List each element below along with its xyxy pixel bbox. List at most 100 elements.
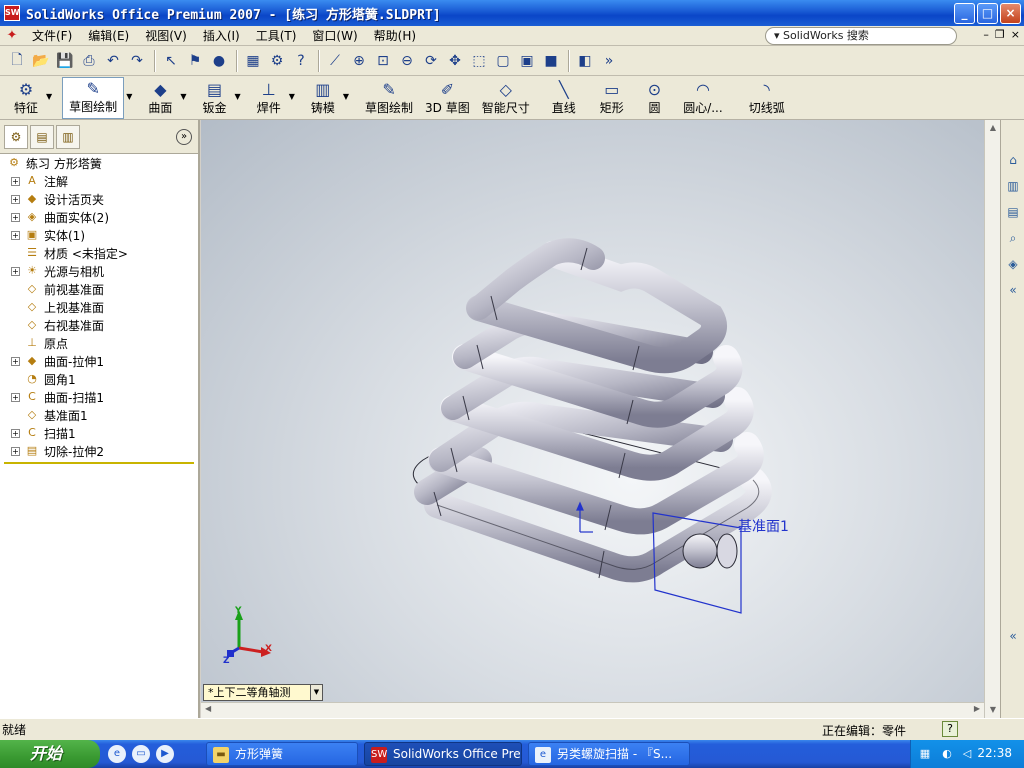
tree-item[interactable]: ◔ 圆角1	[0, 370, 198, 388]
maximize-button[interactable]: □	[977, 3, 998, 24]
tree-item[interactable]: ☰ 材质 <未指定>	[0, 244, 198, 262]
minimize-button[interactable]: _	[954, 3, 975, 24]
chevron-down-icon[interactable]: ▼	[235, 92, 241, 101]
open-folder-icon[interactable]: 📂	[30, 50, 52, 72]
grid-icon[interactable]: ▦	[242, 50, 264, 72]
expand-pane-icon[interactable]: «	[1003, 280, 1023, 300]
chevron-down-icon[interactable]: ▼	[46, 92, 52, 101]
configuration-manager-tab-icon[interactable]: ▥	[56, 124, 80, 149]
save-icon[interactable]: 💾	[54, 50, 76, 72]
media-player-icon[interactable]: ▶	[156, 745, 174, 763]
undo-icon[interactable]: ↶	[102, 50, 124, 72]
back-arrow-icon[interactable]: ◐	[939, 746, 955, 762]
help-icon[interactable]: ?	[942, 721, 958, 737]
collapse-pane-icon[interactable]: «	[1003, 626, 1023, 646]
mdi-restore-button[interactable]: ❐	[995, 28, 1005, 41]
zoom-area-icon[interactable]: ⊡	[372, 50, 394, 72]
redo-icon[interactable]: ↷	[126, 50, 148, 72]
menu-help[interactable]: 帮助(H)	[366, 26, 424, 46]
tool-sketch[interactable]: ✎ 草图绘制	[359, 77, 419, 119]
tool-rectangle[interactable]: ▭ 矩形	[594, 77, 630, 119]
expand-icon[interactable]: +	[11, 446, 20, 456]
expand-icon[interactable]: +	[11, 212, 20, 222]
close-button[interactable]: ×	[1000, 3, 1021, 24]
pan-icon[interactable]: ✥	[444, 50, 466, 72]
tab-mold[interactable]: ▥ 铸模	[305, 77, 341, 119]
chevron-down-icon[interactable]: ▼	[126, 92, 132, 101]
solidworks-search-input[interactable]: ▾ SolidWorks 搜索	[765, 27, 957, 45]
ie-icon[interactable]: e	[108, 745, 126, 763]
home-icon[interactable]: ⌂	[1003, 150, 1023, 170]
feature-manager-tab-icon[interactable]: ⚙	[4, 124, 28, 149]
view-orientation-icon[interactable]: ⬚	[468, 50, 490, 72]
network-icon[interactable]: ▦	[917, 746, 933, 762]
zoom-inout-icon[interactable]: ⊖	[396, 50, 418, 72]
menu-file[interactable]: 文件(F)	[24, 26, 80, 46]
menu-tools[interactable]: 工具(T)	[248, 26, 305, 46]
layers-icon[interactable]: ◧	[574, 50, 596, 72]
design-library-icon[interactable]: ▥	[1003, 176, 1023, 196]
tool-line[interactable]: ╲ 直线	[546, 77, 582, 119]
menu-window[interactable]: 窗口(W)	[304, 26, 365, 46]
tree-item[interactable]: + A 注解	[0, 172, 198, 190]
expand-icon[interactable]: +	[11, 176, 20, 186]
start-button[interactable]: 开始	[0, 740, 100, 768]
print-icon[interactable]: ⎙	[78, 50, 100, 72]
search-icon[interactable]: ⌕	[1003, 228, 1023, 248]
tree-item[interactable]: + ◆ 曲面-拉伸1	[0, 352, 198, 370]
scroll-right-icon[interactable]: ▶	[974, 704, 980, 713]
clock[interactable]: 22:38	[977, 746, 1012, 760]
tree-item[interactable]: ◇ 前视基准面	[0, 280, 198, 298]
vertical-scrollbar[interactable]: ▲ ▼	[984, 120, 1000, 718]
tool-smart-dimension[interactable]: ◇ 智能尺寸	[476, 77, 536, 119]
new-document-icon[interactable]: 🗋	[6, 50, 28, 72]
plane1-label[interactable]: 基准面1	[738, 516, 789, 536]
help-icon[interactable]: ?	[290, 50, 312, 72]
mdi-minimize-button[interactable]: –	[983, 28, 989, 41]
tree-item[interactable]: + ◆ 设计活页夹	[0, 190, 198, 208]
mdi-close-button[interactable]: ×	[1011, 28, 1020, 41]
tree-item[interactable]: + ▤ 切除-拉伸2	[0, 442, 198, 460]
tree-item[interactable]: ◇ 上视基准面	[0, 298, 198, 316]
expand-icon[interactable]: +	[11, 266, 20, 276]
menu-view[interactable]: 视图(V)	[137, 26, 195, 46]
shaded-icon[interactable]: ■	[540, 50, 562, 72]
view-orientation-select[interactable]: *上下二等角轴测 ▼	[203, 684, 323, 701]
chevron-down-icon[interactable]: ▼	[310, 685, 322, 700]
tool-tangent-arc[interactable]: ◝ 切线弧	[743, 77, 791, 119]
chevron-down-icon[interactable]: ▼	[343, 92, 349, 101]
menu-insert[interactable]: 插入(I)	[195, 26, 248, 46]
expand-icon[interactable]: +	[11, 230, 20, 240]
file-explorer-icon[interactable]: ▤	[1003, 202, 1023, 222]
tab-weldment[interactable]: ⊥ 焊件	[251, 77, 287, 119]
tab-surface[interactable]: ◆ 曲面	[142, 77, 178, 119]
task-solidworks[interactable]: SW SolidWorks Office Pre...	[364, 742, 522, 766]
tree-root[interactable]: ⚙ 练习 方形塔簧	[0, 154, 198, 172]
tool-3d-sketch[interactable]: ✐ 3D 草图	[419, 77, 476, 119]
graphics-area[interactable]: 基准面1 Y X Z	[201, 120, 984, 718]
rotate-icon[interactable]: ⟳	[420, 50, 442, 72]
tool-circle[interactable]: ⊙ 圆	[642, 77, 667, 119]
expand-icon[interactable]: +	[11, 428, 20, 438]
traffic-light-icon[interactable]: ●	[208, 50, 230, 72]
scroll-left-icon[interactable]: ◀	[205, 704, 211, 713]
tree-item[interactable]: + C 曲面-扫描1	[0, 388, 198, 406]
chevron-down-icon[interactable]: ▼	[289, 92, 295, 101]
tree-item[interactable]: + C 扫描1	[0, 424, 198, 442]
zoom-fit-icon[interactable]: ⊕	[348, 50, 370, 72]
task-folder-fangxing[interactable]: ▬ 方形弹簧	[206, 742, 358, 766]
rollback-bar[interactable]	[4, 462, 194, 464]
solidworks-logo-icon[interactable]: ✦	[4, 28, 20, 44]
select-pointer-icon[interactable]: ↖	[160, 50, 182, 72]
more-tools-icon[interactable]: »	[598, 50, 620, 72]
hidden-lines-icon[interactable]: ▣	[516, 50, 538, 72]
expand-icon[interactable]: +	[11, 356, 20, 366]
tool-centerpoint-arc[interactable]: ◠ 圆心/...	[677, 77, 729, 119]
task-browser[interactable]: e 另类螺旋扫描 - 『S...	[528, 742, 690, 766]
tree-item[interactable]: + ▣ 实体(1)	[0, 226, 198, 244]
tab-features[interactable]: ⚙ 特征	[8, 77, 44, 119]
tree-item[interactable]: ◇ 右视基准面	[0, 316, 198, 334]
model-canvas[interactable]	[201, 120, 984, 718]
wireframe-icon[interactable]: ▢	[492, 50, 514, 72]
tree-item[interactable]: + ◈ 曲面实体(2)	[0, 208, 198, 226]
